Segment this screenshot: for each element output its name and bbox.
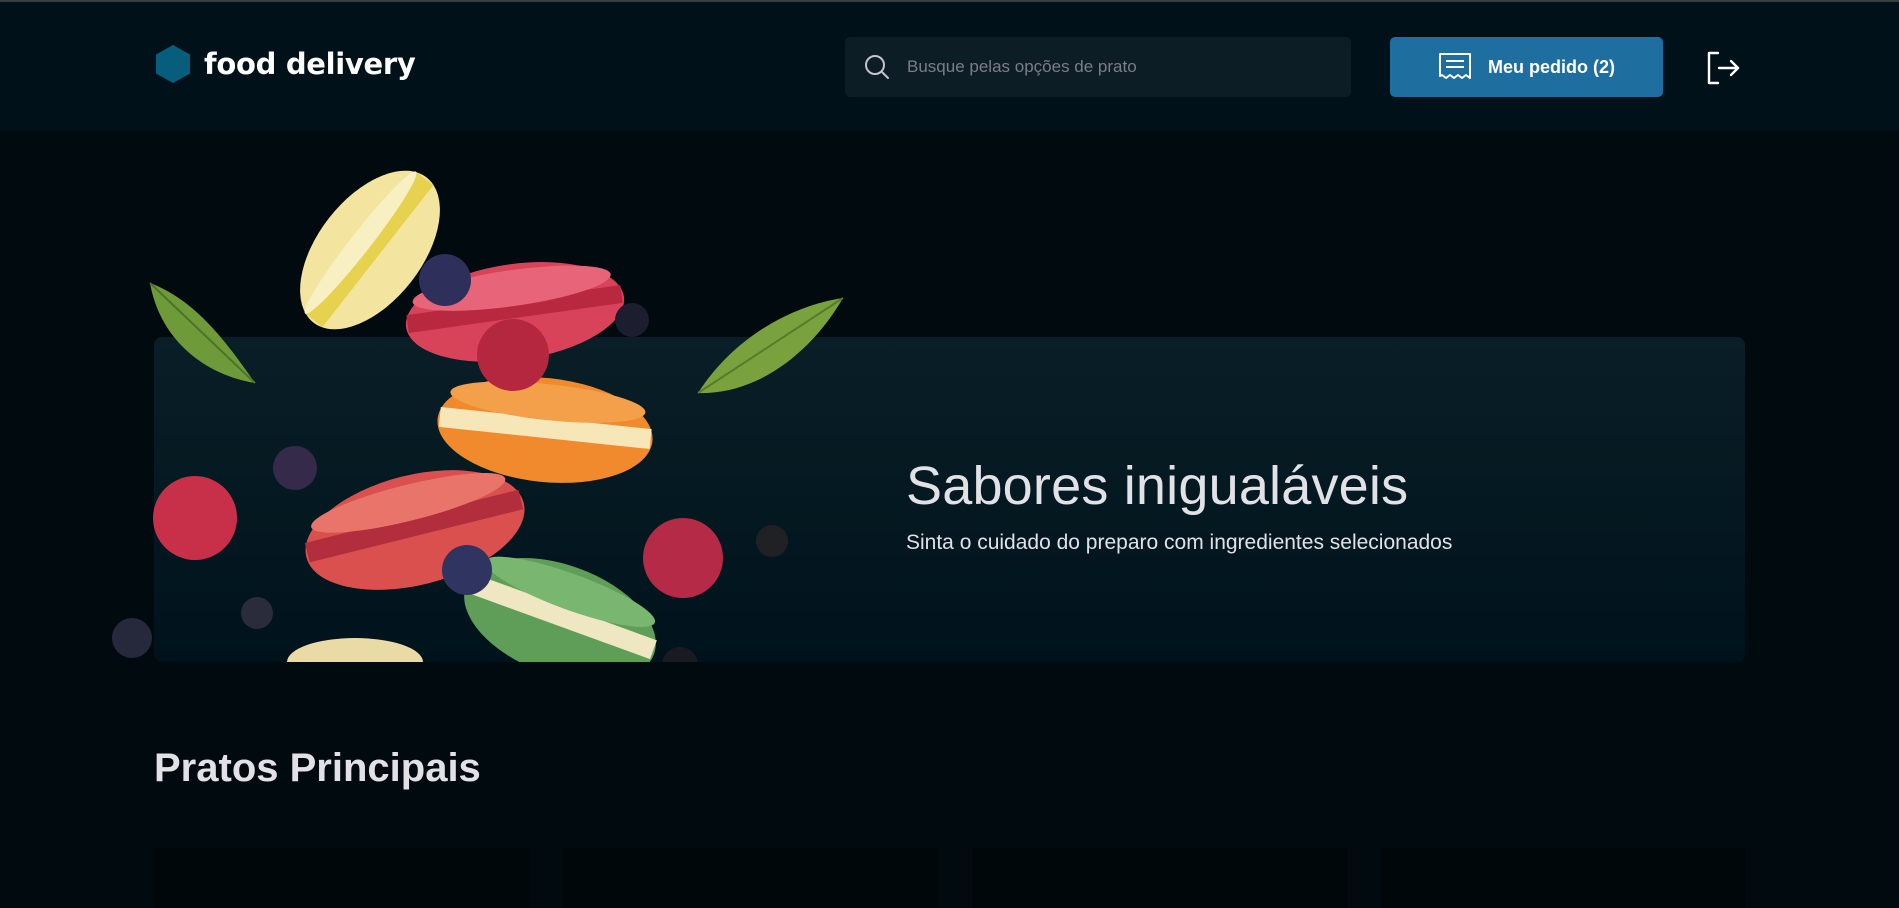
receipt-icon — [1439, 53, 1471, 79]
banner-text: Sabores inigualáveis Sinta o cuidado do … — [906, 455, 1452, 555]
app-header: food delivery Meu pedido (2) — [0, 2, 1899, 131]
my-order-label: Meu pedido (2) — [1488, 56, 1615, 77]
search-input[interactable] — [907, 57, 1327, 77]
search-icon — [865, 55, 889, 79]
banner-subtitle: Sinta o cuidado do preparo com ingredien… — [906, 531, 1453, 554]
brand-logo[interactable]: food delivery — [156, 45, 416, 83]
my-order-button[interactable]: Meu pedido (2) — [1390, 37, 1663, 97]
banner-title: Sabores inigualáveis — [906, 456, 1409, 516]
dish-card[interactable] — [563, 848, 939, 908]
sign-out-icon[interactable] — [1705, 50, 1741, 86]
search-bar[interactable] — [845, 37, 1351, 97]
dish-card[interactable] — [972, 848, 1348, 908]
section-title: Pratos Principais — [154, 746, 481, 790]
macarons-illustration — [112, 170, 844, 662]
hexagon-logo-icon — [156, 45, 190, 83]
dish-card[interactable] — [154, 848, 530, 908]
dish-card[interactable] — [1381, 848, 1745, 908]
brand-name: food delivery — [204, 47, 416, 81]
